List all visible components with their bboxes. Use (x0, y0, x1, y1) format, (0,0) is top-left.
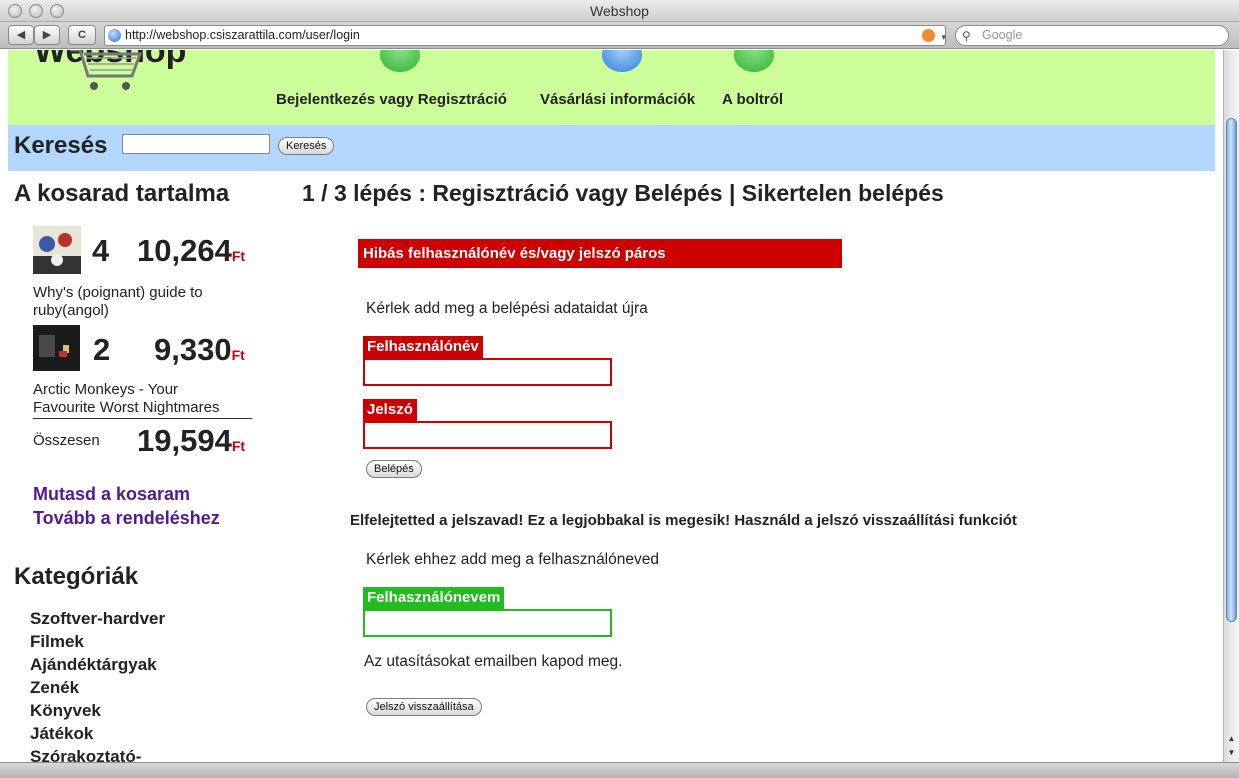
address-bar[interactable]: http://webshop.csiszarattila.com/user/lo… (104, 25, 946, 46)
username-label: Felhasználónév (363, 336, 483, 358)
reset-username-label: Felhasználónevem (363, 587, 505, 609)
category-link[interactable]: Zenék (30, 678, 79, 698)
search-label: Keresés (14, 132, 108, 159)
vertical-scrollbar[interactable]: ▲ ▼ (1223, 50, 1239, 762)
total-price: 19,594Ft (137, 423, 246, 458)
cart-title: A kosarad tartalma (14, 180, 230, 207)
search-input[interactable] (122, 134, 270, 154)
page-viewport: Webshop Bejelentkezés vagy Regisztráció … (8, 50, 1215, 762)
category-link[interactable]: Játékok (30, 724, 93, 744)
category-link[interactable]: Filmek (30, 632, 84, 652)
menu-link-about-shop[interactable]: A boltról (722, 91, 783, 108)
browser-toolbar: ◀ ▶ C http://webshop.csiszarattila.com/u… (0, 22, 1239, 49)
reset-password-button[interactable]: Jelszó visszaállítása (366, 698, 482, 716)
login-error-banner: Hibás felhasználónév és/vagy jelszó páro… (358, 239, 842, 268)
email-instruction-note: Az utasításokat emailben kapod meg. (364, 653, 623, 670)
category-link[interactable]: Szórakoztató- (30, 747, 141, 762)
password-field[interactable] (363, 421, 612, 449)
browser-search-placeholder: Google (982, 28, 1023, 42)
cart-item-price: 9,330Ft (154, 332, 245, 367)
page-title: 1 / 3 lépés : Regisztráció vagy Belépés … (302, 180, 944, 206)
green-shop-icon[interactable] (734, 50, 774, 72)
scroll-up-arrow-icon[interactable]: ▲ (1224, 732, 1239, 746)
cart-item-qty: 4 (92, 233, 110, 268)
cart-item-price: 10,264Ft (137, 233, 246, 268)
book-cover-image[interactable] (33, 226, 81, 274)
window-title: Webshop (590, 3, 649, 19)
scroll-down-arrow-icon[interactable]: ▼ (1224, 746, 1239, 760)
username-field[interactable] (363, 358, 612, 386)
forgot-instruction: Kérlek ehhez add meg a felhasználóneved (366, 551, 659, 568)
category-link[interactable]: Könyvek (30, 701, 101, 721)
address-url: http://webshop.csiszarattila.com/user/lo… (125, 28, 360, 42)
forward-arrow-icon: ▶ (42, 29, 52, 41)
retry-instruction: Kérlek add meg a belépési adataidat újra (366, 300, 648, 317)
category-link[interactable]: Szoftver-hardver (30, 609, 165, 629)
cart-item-name[interactable]: Why's (poignant) guide to ruby(angol) (33, 284, 233, 320)
browser-search-field[interactable]: ⚲ Google (955, 25, 1229, 46)
green-check-icon[interactable] (380, 50, 420, 72)
search-icon: ⚲ (962, 29, 971, 43)
menu-link-shopping-info[interactable]: Vásárlási információk (540, 91, 695, 108)
blue-info-icon[interactable] (602, 50, 642, 72)
menu-link-login-register[interactable]: Bejelentkezés vagy Regisztráció (276, 91, 507, 108)
forward-button[interactable]: ▶ (34, 25, 60, 45)
site-header: Webshop Bejelentkezés vagy Regisztráció … (8, 50, 1215, 125)
reset-username-field[interactable] (363, 609, 612, 637)
chevron-down-icon[interactable]: ▾ (941, 28, 946, 47)
browser-statusbar (0, 762, 1239, 778)
back-arrow-icon: ◀ (16, 29, 26, 41)
login-button[interactable]: Belépés (366, 460, 422, 478)
forgot-password-heading: Elfelejtetted a jelszavad! Ez a legjobba… (350, 512, 1017, 529)
shopping-cart-icon (70, 50, 143, 90)
reload-icon: C (78, 29, 86, 41)
back-button[interactable]: ◀ (8, 25, 34, 45)
rss-feed-icon[interactable] (922, 29, 935, 42)
total-divider (33, 418, 252, 419)
total-label: Összesen (33, 432, 100, 449)
window-titlebar: Webshop (0, 0, 1239, 22)
album-cover-image[interactable] (33, 325, 80, 371)
scrollbar-thumb[interactable] (1226, 118, 1237, 622)
category-link[interactable]: Ajándéktárgyak (30, 655, 157, 675)
globe-icon (108, 29, 121, 42)
password-label: Jelszó (363, 399, 417, 421)
checkout-link[interactable]: Tovább a rendeléshez (33, 508, 220, 529)
show-cart-link[interactable]: Mutasd a kosaram (33, 484, 190, 505)
reload-button[interactable]: C (68, 25, 96, 45)
search-row: Keresés Keresés (8, 125, 1215, 171)
search-button[interactable]: Keresés (278, 137, 335, 155)
categories-title: Kategóriák (14, 563, 139, 590)
cart-item-qty: 2 (93, 332, 111, 367)
cart-item-name[interactable]: Arctic Monkeys - Your Favourite Worst Ni… (33, 381, 233, 417)
